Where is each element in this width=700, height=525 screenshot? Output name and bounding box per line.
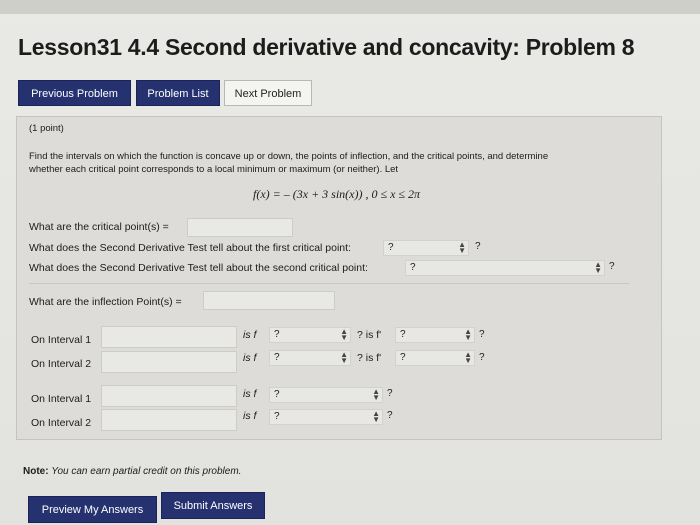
select-arrows-icon: ▲ ▼	[464, 327, 472, 342]
critical-points-label: What are the critical point(s) =	[29, 221, 169, 233]
group1-row2-select-2[interactable]: ? ▲ ▼	[395, 350, 475, 366]
group2-row2-select-value: ?	[274, 411, 280, 422]
group2-row1-select-value: ?	[274, 389, 280, 400]
first-test-label: What does the Second Derivative Test tel…	[29, 242, 351, 254]
next-problem-button[interactable]: Next Problem	[224, 80, 312, 106]
previous-problem-button[interactable]: Previous Problem	[18, 80, 131, 106]
group1-interval-1-label: On Interval 1	[31, 334, 92, 346]
page-title: Lesson31 4.4 Second derivative and conca…	[18, 34, 635, 60]
group1-row2-select-2-value: ?	[400, 352, 406, 363]
select-arrows-icon: ▲ ▼	[594, 260, 602, 275]
second-test-select[interactable]: ? ▲ ▼	[405, 260, 605, 276]
preview-answers-button[interactable]: Preview My Answers	[28, 496, 157, 523]
group1-row2-select-1[interactable]: ? ▲ ▼	[269, 350, 351, 366]
points-label: (1 point)	[29, 123, 64, 134]
select-arrows-icon: ▲ ▼	[458, 240, 466, 255]
group2-interval-2-input[interactable]	[101, 409, 237, 431]
second-test-after: ?	[609, 261, 615, 272]
group2-interval-1-input[interactable]	[101, 385, 237, 407]
group1-row2-select-1-value: ?	[274, 352, 280, 363]
group2-interval-1-label: On Interval 1	[31, 393, 92, 405]
group2-interval-2-label: On Interval 2	[31, 417, 92, 429]
group1-interval-1-input[interactable]	[101, 326, 237, 348]
submit-answers-button[interactable]: Submit Answers	[161, 492, 265, 519]
select-arrows-icon: ▲ ▼	[464, 350, 472, 365]
select-arrows-icon: ▲ ▼	[340, 350, 348, 365]
first-test-select[interactable]: ? ▲ ▼	[383, 240, 469, 256]
select-arrows-icon: ▲ ▼	[340, 327, 348, 342]
inflection-label: What are the inflection Point(s) =	[29, 296, 182, 308]
group1-interval-2-label: On Interval 2	[31, 358, 92, 370]
problem-panel: (1 point) Find the intervals on which th…	[16, 116, 662, 440]
group1-row1-select-1[interactable]: ? ▲ ▼	[269, 327, 351, 343]
first-test-after: ?	[475, 241, 481, 252]
select-arrows-icon: ▲ ▼	[372, 409, 380, 424]
note: Note: You can earn partial credit on thi…	[23, 466, 241, 477]
group2-row1-is-f: is f	[243, 388, 257, 400]
group2-row2-after: ?	[387, 410, 393, 421]
group1-row2-mid: ? is f'	[357, 352, 382, 364]
group2-row1-select[interactable]: ? ▲ ▼	[269, 387, 383, 403]
second-test-select-value: ?	[410, 262, 416, 273]
problem-list-button[interactable]: Problem List	[136, 80, 220, 106]
group2-row2-select[interactable]: ? ▲ ▼	[269, 409, 383, 425]
group2-row2-is-f: is f	[243, 410, 257, 422]
group1-row1-mid: ? is f'	[357, 329, 382, 341]
critical-points-input[interactable]	[187, 218, 293, 237]
group1-row2-is-f: is f	[243, 352, 257, 364]
group2-row1-after: ?	[387, 388, 393, 399]
top-strip	[0, 0, 700, 14]
group1-interval-2-input[interactable]	[101, 351, 237, 373]
group1-row1-after: ?	[479, 329, 485, 340]
divider	[29, 283, 629, 284]
second-test-label: What does the Second Derivative Test tel…	[29, 262, 368, 274]
select-arrows-icon: ▲ ▼	[372, 387, 380, 402]
instructions-line-1: Find the intervals on which the function…	[29, 151, 549, 162]
note-text: You can earn partial credit on this prob…	[51, 466, 242, 477]
group1-row1-is-f: is f	[243, 329, 257, 341]
group1-row1-select-2-value: ?	[400, 329, 406, 340]
note-label: Note:	[23, 466, 49, 477]
inflection-input[interactable]	[203, 291, 335, 310]
instructions-line-2: whether each critical point corresponds …	[29, 164, 399, 175]
group1-row1-select-1-value: ?	[274, 329, 280, 340]
group1-row1-select-2[interactable]: ? ▲ ▼	[395, 327, 475, 343]
group1-row2-after: ?	[479, 352, 485, 363]
first-test-select-value: ?	[388, 242, 394, 253]
function-formula: f(x) = – (3x + 3 sin(x)) , 0 ≤ x ≤ 2π	[253, 187, 420, 201]
